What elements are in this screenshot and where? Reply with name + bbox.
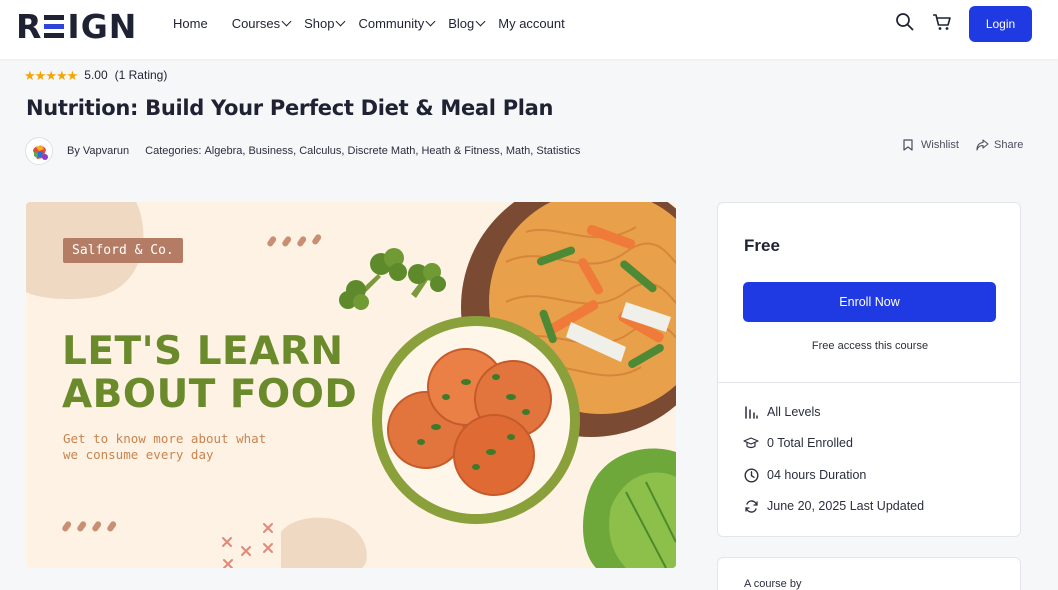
banner-tag: Salford & Co. [63,238,183,263]
logo-text-left: R [16,7,43,46]
level-bars-icon [743,404,759,420]
info-enrolled-text: 0 Total Enrolled [767,436,853,450]
info-duration-text: 04 hours Duration [767,468,867,482]
chevron-down-icon [281,16,292,26]
share-icon [976,139,989,151]
author-link[interactable]: By Vapvarun [67,145,129,157]
banner-headline-line2: ABOUT FOOD [62,372,358,417]
wishlist-button[interactable]: Wishlist [903,139,959,151]
info-level: All Levels [743,404,821,420]
clock-icon [743,467,759,483]
info-duration: 04 hours Duration [743,467,866,483]
nav-shop[interactable]: Shop [304,15,346,31]
nav-community-label: Community [358,15,425,31]
logo-text-right: IGN [67,7,138,46]
nav-shop-label: Shop [304,15,335,31]
info-level-text: All Levels [767,405,821,419]
free-access-note: Free access this course [811,340,929,352]
nav-home-label: Home [173,15,208,31]
share-label: Share [994,139,1024,151]
site-header: R IGN Home Courses Shop Community Blog M… [0,0,1058,59]
star-icon: ★ [66,67,79,83]
bookmark-icon [903,139,913,151]
course-meta: By Vapvarun Categories: Algebra, Busines… [25,137,580,165]
enroll-card: Free Enroll Now Free access this course … [717,202,1021,537]
author-avatar[interactable] [25,137,53,165]
share-button[interactable]: Share [976,139,1023,151]
nav-my-account[interactable]: My account [498,15,564,31]
course-by-card: A course by [717,557,1021,590]
login-button[interactable]: Login [969,6,1032,42]
chevron-down-icon [475,16,486,26]
graduation-cap-icon [743,435,759,451]
info-updated-text: June 20, 2025 Last Updated [767,499,925,513]
rating-stars: ★ ★ ★ ★ ★ [24,67,79,83]
course-rating: ★ ★ ★ ★ ★ 5.00 (1 Rating) [24,68,167,82]
search-icon[interactable] [895,12,915,32]
main-nav: Home Courses Shop Community Blog My acco… [173,15,565,31]
logo-e-mark [44,15,65,38]
course-by-label: A course by [744,578,802,590]
refresh-icon [743,498,759,514]
nav-community[interactable]: Community [358,15,436,31]
course-title: Nutrition: Build Your Perfect Diet & Mea… [26,96,554,120]
nav-courses-label: Courses [231,15,281,31]
nav-my-account-label: My account [498,15,565,31]
course-price: Free [744,236,780,255]
course-banner-image: Salford & Co. LET'S LEARN ABOUT FOOD Get… [26,202,676,568]
banner-subtitle: Get to know more about what we consume e… [63,431,266,463]
wishlist-label: Wishlist [921,139,959,151]
banner-subtitle-line1: Get to know more about what [63,431,267,446]
nav-blog-label: Blog [448,15,475,31]
info-enrolled: 0 Total Enrolled [743,435,853,451]
card-divider [718,382,1020,383]
info-updated: June 20, 2025 Last Updated [743,498,924,514]
rating-value: 5.00 [84,68,108,82]
rating-count: (1 Rating) [114,68,168,82]
chevron-down-icon [425,16,436,26]
categories-label: Categories: [145,145,202,157]
nav-home[interactable]: Home [173,15,208,31]
banner-subtitle-line2: we consume every day [63,447,214,462]
cart-icon[interactable] [932,12,952,32]
nav-courses[interactable]: Courses [231,15,292,31]
categories-list[interactable]: Algebra, Business, Calculus, Discrete Ma… [204,145,580,157]
chevron-down-icon [336,16,346,26]
nav-blog[interactable]: Blog [448,15,486,31]
enroll-now-button[interactable]: Enroll Now [743,282,996,322]
banner-headline: LET'S LEARN ABOUT FOOD [62,330,357,416]
site-logo[interactable]: R IGN [16,7,137,46]
banner-headline-line1: LET'S LEARN [62,329,344,374]
